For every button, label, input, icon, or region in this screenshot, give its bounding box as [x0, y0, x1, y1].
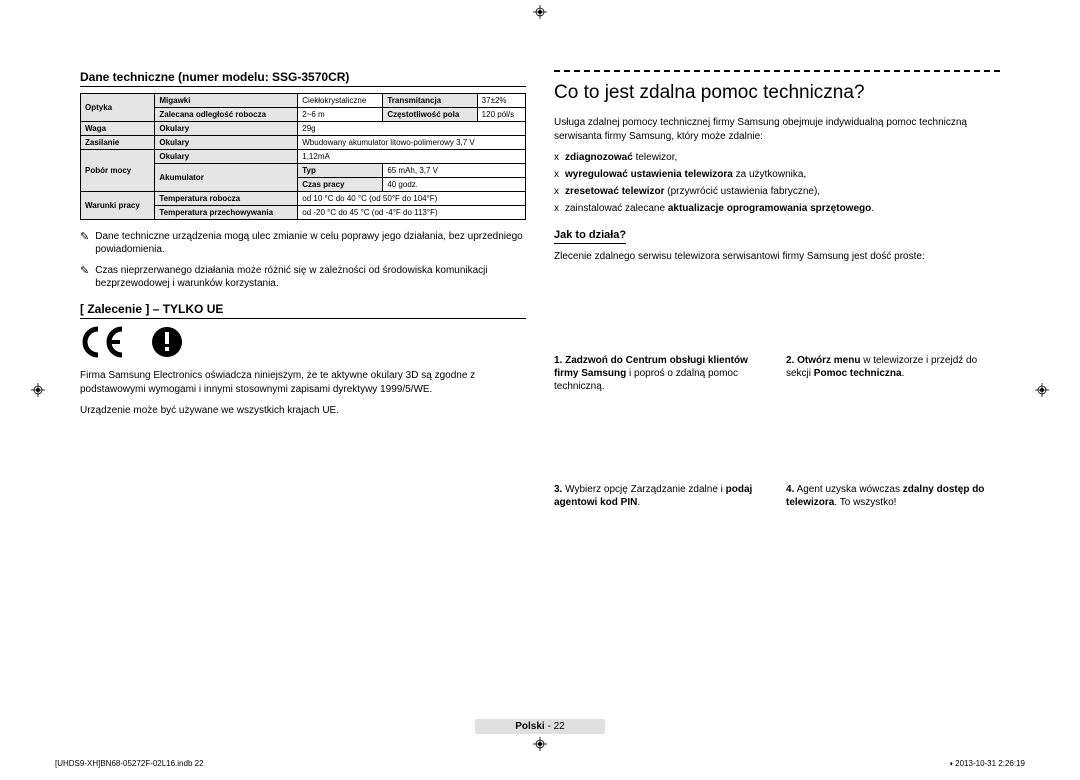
notes: ✎ Dane techniczne urządzenia mogą ulec z… — [80, 230, 526, 290]
recommendation-heading: [ Zalecenie ] – TYLKO UE — [80, 302, 526, 319]
spec-table: Optyka Migawki Ciekłokrystaliczne Transm… — [80, 93, 526, 220]
registration-mark-right — [1034, 382, 1050, 398]
how-it-works-heading: Jak to działa? — [554, 229, 626, 244]
registration-mark-left — [30, 382, 46, 398]
page-footer: Polski - 22 — [0, 719, 1080, 734]
bullet-item: zresetować telewizor (przywrócić ustawie… — [565, 185, 820, 198]
bullet-item: zainstalować zalecane aktualizacje oprog… — [565, 202, 874, 215]
registration-mark-bottom — [532, 736, 548, 752]
spec-heading: Dane techniczne (numer modelu: SSG-3570C… — [80, 70, 526, 87]
left-column: Dane techniczne (numer modelu: SSG-3570C… — [80, 70, 526, 509]
bullet-item: zdiagnozować telewizor, — [565, 151, 677, 164]
bullet-list: x zdiagnozować telewizor, x wyregulować us… — [554, 151, 1000, 215]
remote-support-intro: Usługa zdalnej pomocy technicznej firmy … — [554, 116, 1000, 143]
page-content: Dane techniczne (numer modelu: SSG-3570C… — [0, 0, 1080, 569]
footer-indd: [UHDS9-XH]BN68-05272F-02L16.indb 22 — [55, 759, 204, 768]
bullet-mark: x — [554, 151, 559, 164]
right-column: Co to jest zdalna pomoc techniczna? Usłu… — [554, 70, 1000, 509]
step-3: 3. Wybierz opcję Zarządzanie zdalne i po… — [554, 483, 768, 509]
bullet-item: wyregulować ustawienia telewizora za uży… — [565, 168, 806, 181]
step-2: 2. Otwórz menu w telewizorze i przejdź d… — [786, 354, 1000, 393]
warning-circle-icon — [150, 325, 184, 359]
step-4: 4. Agent uzyska wówczas zdalny dostęp do… — [786, 483, 1000, 509]
note-text: Czas nieprzerwanego działania może różni… — [95, 264, 526, 290]
ce-mark-icon — [80, 325, 142, 359]
ce-mark-row — [80, 325, 526, 359]
footer-timestamp: ◑ 2013-10-31 2:26:19 — [948, 759, 1025, 768]
ce-declaration: Firma Samsung Electronics oświadcza nini… — [80, 369, 526, 396]
ce-usage: Urządzenie może być używane we wszystkic… — [80, 404, 526, 418]
note-icon: ✎ — [80, 230, 89, 256]
how-intro: Zlecenie zdalnego serwisu telewizora ser… — [554, 250, 1000, 264]
bullet-mark: x — [554, 202, 559, 215]
steps-grid: 1. Zadzwoń do Centrum obsługi klientów f… — [554, 354, 1000, 509]
dashed-rule — [554, 70, 1000, 72]
note-icon: ✎ — [80, 264, 89, 290]
note-text: Dane techniczne urządzenia mogą ulec zmi… — [95, 230, 526, 256]
registration-mark-top — [532, 4, 548, 20]
bullet-mark: x — [554, 168, 559, 181]
remote-support-title: Co to jest zdalna pomoc techniczna? — [554, 82, 1000, 104]
step-1: 1. Zadzwoń do Centrum obsługi klientów f… — [554, 354, 768, 393]
bullet-mark: x — [554, 185, 559, 198]
